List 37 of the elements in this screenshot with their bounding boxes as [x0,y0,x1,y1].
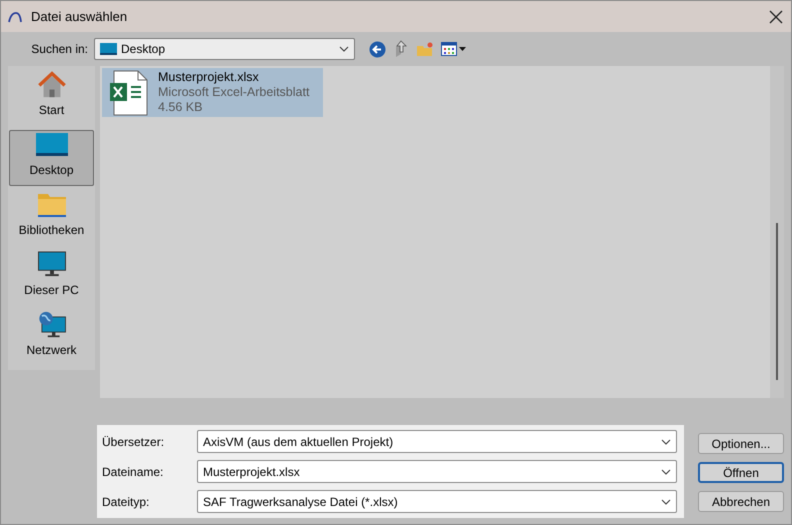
chevron-down-icon [661,438,671,444]
file-item[interactable]: Musterprojekt.xlsx Microsoft Excel-Arbeitsblatt 4.56 KB [102,68,323,117]
file-type: Microsoft Excel-Arbeitsblatt [158,85,310,100]
place-item[interactable]: Desktop [9,130,94,186]
combo-box[interactable]: AxisVM (aus dem aktuellen Projekt) [197,430,677,453]
dialog-button[interactable]: Abbrechen [698,491,784,512]
combo-box[interactable]: SAF Tragwerksanalyse Datei (*.xlsx) [197,490,677,513]
look-in-label: Suchen in: [30,41,89,58]
place-item[interactable]: Start [9,70,94,126]
file-name: Musterprojekt.xlsx [158,70,260,85]
view-menu-icon[interactable] [441,42,467,56]
desktop-icon [100,43,117,55]
dialog-button[interactable]: Optionen... [698,433,784,454]
spreadsheet-file-icon [110,70,148,116]
chevron-down-icon [661,498,671,504]
combo-box[interactable]: Musterprojekt.xlsx [197,460,677,483]
scrollbar[interactable] [770,66,784,398]
chevron-down-icon [339,46,349,52]
field-label: Dateityp: [102,494,150,510]
look-in-dropdown[interactable]: Desktop [94,38,355,60]
place-item[interactable]: Netzwerk [9,310,94,366]
monitor-icon [36,251,66,278]
window-title: Datei auswählen [31,8,128,26]
chevron-down-icon [661,468,671,474]
folder-icon [36,192,66,218]
place-item[interactable]: Dieser PC [9,250,94,306]
app-logo-icon [7,10,23,22]
close-icon[interactable] [769,10,783,24]
file-size: 4.56 KB [158,100,204,115]
desktop-icon [34,132,68,158]
up-folder-icon[interactable] [393,40,409,58]
field-label: Übersetzer: [102,434,166,450]
scrollbar-thumb[interactable] [776,223,778,380]
back-icon[interactable] [369,40,386,58]
field-label: Dateiname: [102,464,164,480]
dialog-button[interactable]: Öffnen [698,462,784,483]
place-item[interactable]: Bibliotheken [9,190,94,246]
